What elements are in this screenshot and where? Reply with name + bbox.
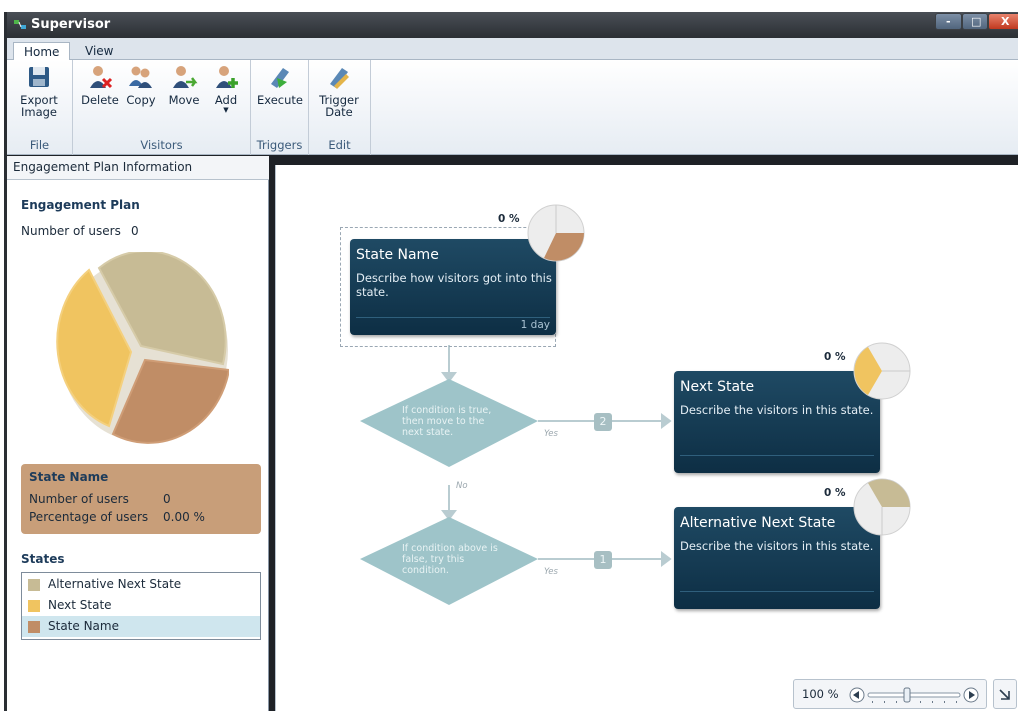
- ribbon-group-visitors: Delete Copy Move Add ▼ Visitors: [73, 60, 251, 155]
- copy-button[interactable]: Copy: [123, 64, 159, 106]
- save-icon: [29, 67, 49, 87]
- ribbon-group-visitors-label: Visitors: [140, 138, 183, 152]
- node-divider: [356, 317, 550, 318]
- node-percentage: 0 %: [824, 351, 846, 363]
- node-description: Describe the visitors in this state.: [680, 539, 874, 553]
- title-bar: Supervisor - □ X: [7, 12, 1018, 38]
- list-item-alternative-next-state[interactable]: Alternative Next State: [22, 574, 260, 595]
- maximize-button[interactable]: □: [962, 13, 988, 30]
- move-label: Move: [168, 93, 200, 107]
- copy-visitors-icon: [129, 66, 152, 88]
- condition-2-text: If condition above is false, try this co…: [402, 543, 498, 576]
- execute-trigger-icon: [271, 68, 289, 88]
- minimize-button[interactable]: -: [935, 13, 962, 30]
- dropdown-arrow-icon: ▼: [223, 106, 229, 114]
- number-of-users-value: 0: [131, 224, 139, 238]
- zoom-control: 100 %: [793, 679, 987, 709]
- ribbon-group-triggers-label: Triggers: [256, 138, 303, 152]
- condition-2-yes-label: Yes: [544, 567, 558, 577]
- add-label: Add: [214, 93, 238, 107]
- color-swatch: [28, 621, 40, 633]
- node-title: State Name: [356, 247, 439, 263]
- list-item-next-state[interactable]: Next State: [22, 595, 260, 616]
- add-dropdown-button[interactable]: Add ▼: [209, 64, 243, 114]
- move-visitor-icon: [173, 66, 198, 88]
- list-item-state-name[interactable]: State Name: [22, 616, 260, 637]
- execute-button[interactable]: Execute: [255, 64, 305, 106]
- tab-view[interactable]: View: [75, 42, 123, 61]
- ribbon-group-file: Export Image File: [7, 60, 73, 155]
- state-node-next-state[interactable]: Next State Describe the visitors in this…: [674, 371, 880, 473]
- node-description: Describe the visitors in this state.: [680, 403, 874, 417]
- plan-canvas[interactable]: State Name Describe how visitors got int…: [275, 165, 1018, 711]
- node-percentage: 0 %: [498, 213, 520, 225]
- state-label: Next State: [48, 598, 112, 612]
- execute-label: Execute: [257, 93, 303, 107]
- condition-1-count-badge: 2: [594, 413, 612, 431]
- export-image-label: Export Image: [20, 93, 58, 119]
- copy-label: Copy: [126, 93, 156, 107]
- zoom-slider[interactable]: [848, 686, 980, 704]
- color-swatch: [28, 600, 40, 612]
- app-icon: [14, 20, 26, 29]
- color-swatch: [28, 579, 40, 591]
- maximize-icon: □: [971, 15, 982, 28]
- ribbon-group-edit-label: Edit: [328, 138, 351, 152]
- node-title: Alternative Next State: [680, 515, 836, 531]
- zoom-level: 100 %: [802, 687, 839, 701]
- add-visitor-icon: [216, 66, 238, 88]
- condition-1-text: If condition is true, then move to the n…: [402, 405, 492, 438]
- ribbon-group-triggers: Execute Triggers: [251, 60, 309, 155]
- engagement-plan-panel: Engagement Plan Information Engagement P…: [7, 156, 269, 711]
- engagement-plan-title: Engagement Plan: [21, 198, 140, 212]
- number-of-users-label: Number of users: [21, 224, 121, 238]
- ribbon: Export Image File Delete Copy Move Add ▼…: [7, 60, 1018, 155]
- arrow-pointer-icon: [999, 689, 1010, 700]
- state-users-value: 0: [163, 492, 171, 506]
- node-title: Next State: [680, 379, 755, 395]
- panel-header: Engagement Plan Information: [7, 156, 269, 180]
- node-duration: 1 day: [520, 319, 550, 331]
- delete-visitor-icon: [90, 66, 113, 89]
- state-node-alternative-next-state[interactable]: Alternative Next State Describe the visi…: [674, 507, 880, 609]
- state-percentage-value: 0.00 %: [163, 510, 205, 524]
- node-divider: [680, 455, 874, 456]
- state-label: State Name: [48, 619, 119, 633]
- states-list: Alternative Next State Next State State …: [21, 572, 261, 640]
- app-window: Supervisor - □ X Home View Export Image …: [4, 12, 1018, 711]
- ribbon-group-file-label: File: [29, 138, 50, 152]
- state-users-label: Number of users: [29, 492, 129, 506]
- delete-button[interactable]: Delete: [79, 64, 121, 106]
- export-image-button[interactable]: Export Image: [13, 64, 65, 118]
- selected-state-summary: State Name Number of users 0 Percentage …: [21, 464, 261, 534]
- node-description: Describe how visitors got into this stat…: [356, 271, 552, 299]
- zoom-thumb: [903, 687, 911, 703]
- state-label: Alternative Next State: [48, 577, 182, 591]
- states-title: States: [21, 552, 65, 566]
- node-pie-alternative-next-state: [853, 478, 911, 536]
- node-percentage: 0 %: [824, 487, 846, 499]
- node-pie-state-name: [527, 204, 585, 262]
- node-divider: [680, 591, 874, 592]
- trigger-date-label: Trigger Date: [319, 93, 359, 119]
- pointer-tool-button[interactable]: [993, 679, 1017, 709]
- ribbon-tab-bar: Home View: [7, 38, 1018, 61]
- engagement-pie-chart: [56, 252, 229, 444]
- edit-trigger-icon: [330, 68, 349, 89]
- tab-home[interactable]: Home: [13, 42, 71, 61]
- condition-2-count-badge: 1: [594, 551, 612, 569]
- trigger-date-button[interactable]: Trigger Date: [315, 64, 363, 118]
- ribbon-group-edit: Trigger Date Edit: [309, 60, 371, 155]
- node-pie-next-state: [853, 342, 911, 400]
- delete-label: Delete: [81, 93, 119, 107]
- condition-1-yes-label: Yes: [544, 429, 558, 439]
- state-percentage-label: Percentage of users: [29, 510, 149, 524]
- move-button[interactable]: Move: [163, 64, 205, 106]
- close-icon: X: [1001, 15, 1010, 28]
- condition-1-no-label: No: [456, 481, 468, 491]
- window-title: Supervisor: [31, 17, 111, 32]
- close-button[interactable]: X: [988, 13, 1018, 30]
- minimize-icon: -: [946, 15, 951, 28]
- state-summary-title: State Name: [29, 470, 109, 484]
